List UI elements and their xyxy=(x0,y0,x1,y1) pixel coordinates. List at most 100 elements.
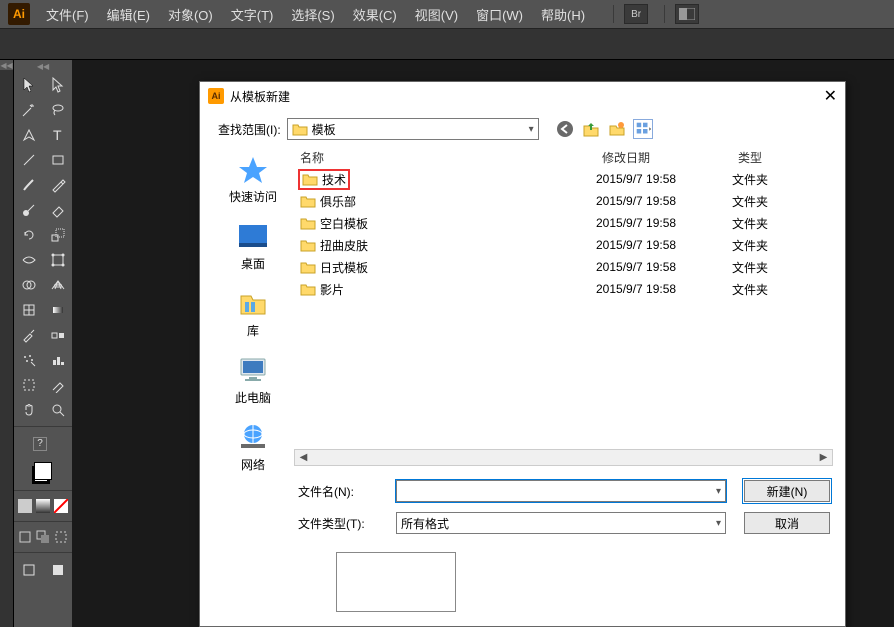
libraries-icon xyxy=(235,288,271,318)
folder-icon xyxy=(302,172,318,186)
col-date[interactable]: 修改日期 xyxy=(596,149,732,166)
star-icon xyxy=(235,154,271,184)
folder-name: 空白模板 xyxy=(320,215,368,232)
scale-tool[interactable] xyxy=(43,222,72,247)
place-this-pc[interactable]: 此电脑 xyxy=(235,355,271,406)
menu-window[interactable]: 窗口(W) xyxy=(476,5,523,24)
separator xyxy=(613,5,614,23)
filetype-combo[interactable]: 所有格式 ▾ xyxy=(396,512,726,534)
fill-swatch-icon[interactable] xyxy=(34,462,52,480)
folder-type: 文件夹 xyxy=(732,237,822,254)
folder-name-cell: 空白模板 xyxy=(294,215,596,232)
perspective-grid-tool[interactable] xyxy=(43,272,72,297)
bridge-button[interactable]: Br xyxy=(624,4,648,24)
none-mode-icon[interactable] xyxy=(54,499,68,513)
gutter-handle-icon[interactable]: ◀◀ xyxy=(0,60,13,70)
preview-box xyxy=(336,552,456,612)
new-button[interactable]: 新建(N) xyxy=(744,480,830,502)
scroll-left-icon[interactable]: ◀ xyxy=(295,450,312,465)
draw-inside-icon[interactable] xyxy=(54,530,68,544)
menu-help[interactable]: 帮助(H) xyxy=(541,5,585,24)
new-folder-icon[interactable] xyxy=(607,119,627,139)
menu-object[interactable]: 对象(O) xyxy=(168,5,213,24)
lookin-combo[interactable]: 模板 ▾ xyxy=(287,118,539,140)
place-label: 网络 xyxy=(241,456,265,473)
folder-row[interactable]: 扭曲皮肤2015/9/7 19:58文件夹 xyxy=(294,234,833,256)
network-icon xyxy=(235,422,271,452)
layout-button[interactable] xyxy=(675,4,699,24)
type-tool[interactable]: T xyxy=(43,122,72,147)
place-network[interactable]: 网络 xyxy=(235,422,271,473)
folder-icon xyxy=(300,260,316,274)
menu-select[interactable]: 选择(S) xyxy=(291,5,334,24)
folder-row[interactable]: 影片2015/9/7 19:58文件夹 xyxy=(294,278,833,300)
place-libraries[interactable]: 库 xyxy=(235,288,271,339)
fill-stroke-swatch[interactable] xyxy=(14,456,72,486)
pencil-tool[interactable] xyxy=(43,172,72,197)
menu-edit[interactable]: 编辑(E) xyxy=(107,5,150,24)
mesh-tool[interactable] xyxy=(14,297,43,322)
screen-mode-normal[interactable] xyxy=(14,557,43,582)
eyedropper-tool[interactable] xyxy=(14,322,43,347)
help-icon[interactable]: ? xyxy=(33,437,47,451)
width-tool[interactable] xyxy=(14,247,43,272)
help-row: ? xyxy=(14,431,72,456)
pen-tool[interactable] xyxy=(14,122,43,147)
folder-name: 俱乐部 xyxy=(320,193,356,210)
filetype-value: 所有格式 xyxy=(401,515,449,532)
gradient-tool[interactable] xyxy=(43,297,72,322)
gradient-mode-icon[interactable] xyxy=(36,499,50,513)
blend-tool[interactable] xyxy=(43,322,72,347)
back-icon[interactable] xyxy=(555,119,575,139)
col-type[interactable]: 类型 xyxy=(732,149,822,166)
horizontal-scrollbar[interactable]: ◀ ▶ xyxy=(294,449,833,466)
column-graph-tool[interactable] xyxy=(43,347,72,372)
selection-tool[interactable] xyxy=(14,72,43,97)
line-tool[interactable] xyxy=(14,147,43,172)
shape-builder-tool[interactable] xyxy=(14,272,43,297)
hand-tool[interactable] xyxy=(14,397,43,422)
palette-handle-icon[interactable]: ◀◀ xyxy=(14,62,72,72)
paintbrush-tool[interactable] xyxy=(14,172,43,197)
free-transform-tool[interactable] xyxy=(43,247,72,272)
slice-tool[interactable] xyxy=(43,372,72,397)
cancel-button[interactable]: 取消 xyxy=(744,512,830,534)
artboard-tool[interactable] xyxy=(14,372,43,397)
new-from-template-dialog: Ai 从模板新建 ✕ 查找范围(I): 模板 ▾ xyxy=(199,81,846,627)
filename-input[interactable]: ▾ xyxy=(396,480,726,502)
place-label: 此电脑 xyxy=(235,389,271,406)
blob-brush-tool[interactable] xyxy=(14,197,43,222)
col-name[interactable]: 名称 xyxy=(294,149,596,166)
symbol-sprayer-tool[interactable] xyxy=(14,347,43,372)
color-mode-icon[interactable] xyxy=(18,499,32,513)
close-icon[interactable]: ✕ xyxy=(824,86,837,106)
draw-behind-icon[interactable] xyxy=(36,530,50,544)
folder-icon xyxy=(292,122,308,136)
menu-type[interactable]: 文字(T) xyxy=(231,5,274,24)
desktop-icon xyxy=(235,221,271,251)
menu-file[interactable]: 文件(F) xyxy=(46,5,89,24)
menu-effect[interactable]: 效果(C) xyxy=(353,5,397,24)
place-quick-access[interactable]: 快速访问 xyxy=(229,154,277,205)
direct-selection-tool[interactable] xyxy=(43,72,72,97)
rotate-tool[interactable] xyxy=(14,222,43,247)
screen-mode-dropdown[interactable] xyxy=(43,557,72,582)
eraser-tool[interactable] xyxy=(43,197,72,222)
place-label: 桌面 xyxy=(241,255,265,272)
folder-row[interactable]: 日式模板2015/9/7 19:58文件夹 xyxy=(294,256,833,278)
magic-wand-tool[interactable] xyxy=(14,97,43,122)
folder-row[interactable]: 俱乐部2015/9/7 19:58文件夹 xyxy=(294,190,833,212)
view-menu-icon[interactable] xyxy=(633,119,653,139)
up-icon[interactable] xyxy=(581,119,601,139)
draw-normal-icon[interactable] xyxy=(18,530,32,544)
folder-name: 日式模板 xyxy=(320,259,368,276)
folder-row[interactable]: 技术2015/9/7 19:58文件夹 xyxy=(294,168,833,190)
scroll-right-icon[interactable]: ▶ xyxy=(815,450,832,465)
lasso-tool[interactable] xyxy=(43,97,72,122)
rectangle-tool[interactable] xyxy=(43,147,72,172)
folder-row[interactable]: 空白模板2015/9/7 19:58文件夹 xyxy=(294,212,833,234)
menu-view[interactable]: 视图(V) xyxy=(415,5,458,24)
place-desktop[interactable]: 桌面 xyxy=(235,221,271,272)
menu-bar: Ai 文件(F) 编辑(E) 对象(O) 文字(T) 选择(S) 效果(C) 视… xyxy=(0,0,894,28)
zoom-tool[interactable] xyxy=(43,397,72,422)
